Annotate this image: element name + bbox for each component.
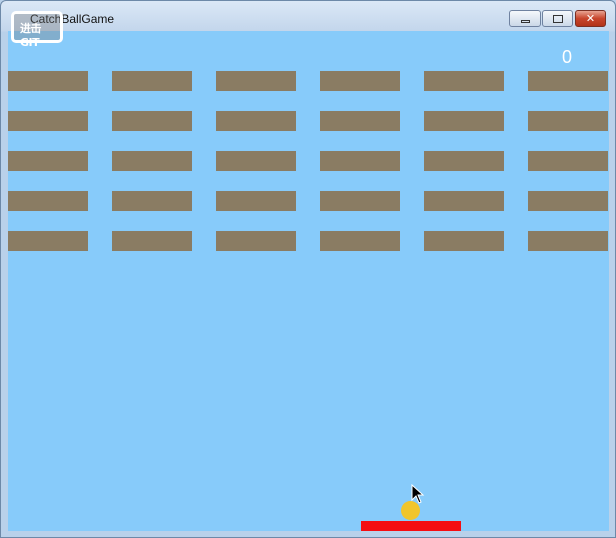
maximize-button[interactable] [542,10,573,27]
brick [112,71,192,91]
brick [8,231,88,251]
minimize-button[interactable] [509,10,541,27]
brick [424,151,504,171]
brick [216,151,296,171]
brick [112,231,192,251]
minimize-icon [521,20,530,23]
app-logo-icon: 进击GIT [11,11,63,49]
brick [8,191,88,211]
brick [528,231,608,251]
title-bar[interactable]: CatchBallGame ✕ [1,1,615,31]
brick [8,71,88,91]
maximize-icon [553,15,563,23]
brick [216,71,296,91]
brick [528,71,608,91]
brick [424,191,504,211]
close-icon: ✕ [585,12,596,25]
logo-text: 进击GIT [20,22,42,49]
brick [320,191,400,211]
brick [528,151,608,171]
brick [528,111,608,131]
brick [216,191,296,211]
brick [320,231,400,251]
brick [8,151,88,171]
brick [424,231,504,251]
brick [216,231,296,251]
brick [528,191,608,211]
brick [320,111,400,131]
brick [112,191,192,211]
brick [320,71,400,91]
brick [424,71,504,91]
brick [320,151,400,171]
brick [424,111,504,131]
brick [8,111,88,131]
brick [216,111,296,131]
game-canvas[interactable]: 0 [8,31,609,531]
app-window: CatchBallGame ✕ 进击GIT 0 [0,0,616,538]
mouse-pointer-icon [411,484,425,504]
close-button[interactable]: ✕ [575,10,606,27]
brick [112,151,192,171]
paddle[interactable] [361,521,461,531]
score-display: 0 [562,47,573,67]
brick [112,111,192,131]
